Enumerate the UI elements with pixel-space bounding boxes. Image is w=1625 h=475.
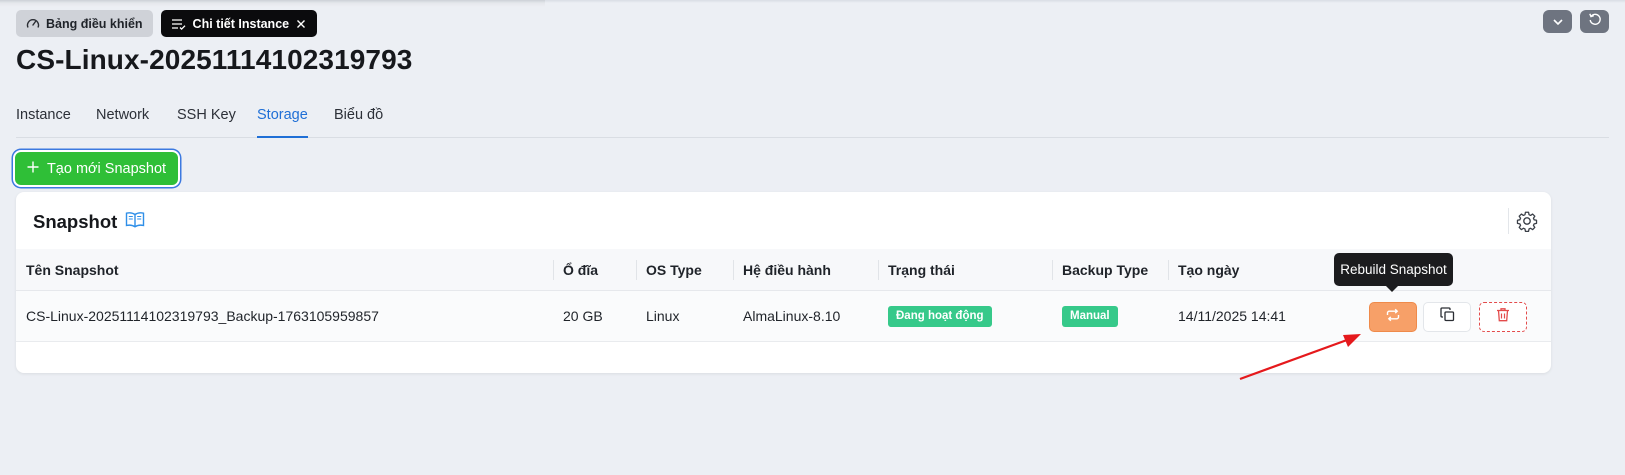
status-badge: Đang hoạt động (888, 306, 992, 327)
plus-icon (27, 161, 39, 177)
top-right-controls (1543, 10, 1609, 33)
top-edge (0, 0, 1625, 7)
col-status: Trạng thái (878, 249, 955, 291)
annotation-arrow (1239, 334, 1361, 381)
copy-snapshot-button[interactable] (1423, 302, 1471, 332)
backup-type-badge: Manual (1062, 306, 1118, 327)
card-title: Snapshot (33, 211, 145, 233)
col-os-label: Hệ điều hành (743, 262, 831, 278)
tab-dashboard-label: Bảng điều khiển (46, 16, 143, 31)
col-created-label: Tạo ngày (1178, 262, 1240, 278)
tab-chart[interactable]: Biểu đồ (334, 107, 383, 138)
instance-subtabs: Instance Network SSH Key Storage Biểu đồ (16, 100, 1609, 138)
rebuild-snapshot-tooltip: Rebuild Snapshot (1334, 253, 1453, 292)
col-backup-type-label: Backup Type (1062, 262, 1149, 278)
col-status-label: Trạng thái (888, 262, 955, 278)
tab-ssh-key[interactable]: SSH Key (177, 107, 236, 138)
tab-dashboard[interactable]: Bảng điều khiển (16, 10, 153, 37)
tab-instance-detail-label: Chi tiết Instance (192, 16, 290, 31)
tab-network[interactable]: Network (96, 107, 149, 138)
trash-icon (1496, 307, 1510, 327)
tab-instance[interactable]: Instance (16, 107, 71, 138)
page-tab-strip: Bảng điều khiển Chi tiết Instance (16, 10, 318, 37)
page-title: CS-Linux-20251114102319793 (16, 44, 413, 75)
delete-snapshot-button[interactable] (1479, 302, 1527, 332)
card-title-text: Snapshot (33, 211, 118, 232)
list-check-icon (171, 17, 187, 31)
create-snapshot-label: Tạo mới Snapshot (46, 160, 167, 177)
book-icon[interactable] (125, 211, 145, 233)
refresh-button[interactable] (1580, 10, 1609, 33)
cell-disk: 20 GB (563, 308, 603, 324)
dropdown-button[interactable] (1543, 10, 1572, 33)
cell-name: CS-Linux-20251114102319793_Backup-176310… (26, 308, 379, 324)
col-os-type-label: OS Type (646, 262, 702, 278)
card-header-divider (1508, 208, 1509, 234)
tab-instance-detail[interactable]: Chi tiết Instance (160, 10, 318, 37)
close-icon[interactable] (295, 18, 307, 30)
tab-storage[interactable]: Storage (257, 107, 308, 138)
col-backup-type: Backup Type (1052, 249, 1149, 291)
gauge-icon (26, 17, 40, 31)
col-os-type: OS Type (636, 249, 702, 291)
refresh-icon (1588, 12, 1602, 31)
gear-icon[interactable] (1516, 210, 1538, 233)
create-snapshot-button[interactable]: Tạo mới Snapshot (15, 152, 178, 185)
col-name: Tên Snapshot (26, 262, 119, 278)
col-disk: Ổ đĩa (553, 249, 599, 291)
table-header: Tên Snapshot Ổ đĩa OS Type Hệ điều hành … (16, 249, 1551, 291)
col-os: Hệ điều hành (733, 249, 831, 291)
cell-os: AlmaLinux-8.10 (743, 308, 841, 324)
repeat-icon (1385, 308, 1401, 327)
chevron-down-icon (1552, 13, 1564, 31)
col-created: Tạo ngày (1168, 249, 1240, 291)
col-disk-label: Ổ đĩa (563, 262, 599, 278)
cell-os-type: Linux (646, 308, 680, 324)
rebuild-snapshot-button[interactable] (1369, 302, 1417, 332)
copy-icon (1439, 307, 1455, 327)
